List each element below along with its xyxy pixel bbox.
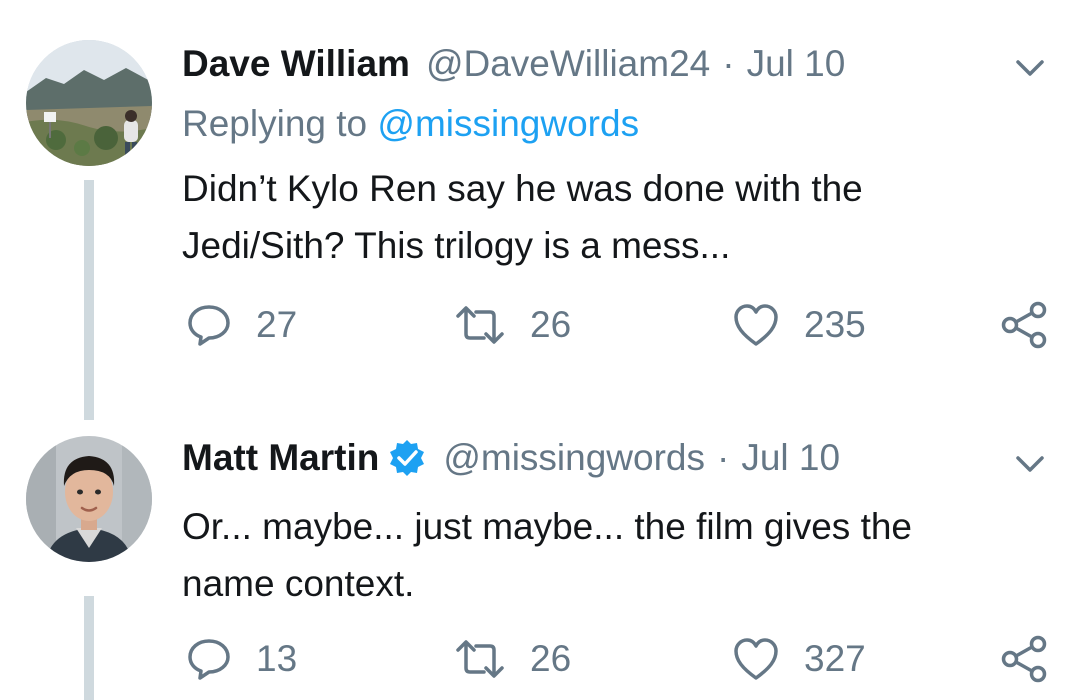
tweet-header: Dave William @DaveWilliam24 · Jul 10 bbox=[182, 42, 1000, 86]
verified-badge-icon bbox=[387, 438, 427, 478]
retweet-count: 26 bbox=[530, 638, 572, 679]
heart-outline-icon bbox=[734, 638, 778, 680]
chevron-down-icon[interactable] bbox=[1012, 446, 1048, 482]
reply-count: 27 bbox=[256, 304, 298, 345]
replying-to-label: Replying to bbox=[182, 103, 368, 144]
like-button[interactable]: 327 bbox=[732, 634, 866, 684]
heart-outline-icon bbox=[734, 304, 778, 346]
landscape-photo-avatar bbox=[26, 40, 152, 166]
tweet-text: Or... maybe... just maybe... the film gi… bbox=[182, 498, 1042, 612]
share-nodes-icon bbox=[1001, 301, 1047, 349]
tweet-text-line: name context. bbox=[182, 563, 415, 604]
share-button[interactable] bbox=[1000, 634, 1050, 684]
chevron-down-icon[interactable] bbox=[1012, 50, 1048, 86]
author-handle[interactable]: @DaveWilliam24 bbox=[426, 42, 710, 86]
tweet-actions: 27 26 235 bbox=[0, 300, 1080, 350]
separator-dot: · bbox=[717, 437, 730, 478]
reply-mention-link[interactable]: @missingwords bbox=[377, 103, 639, 144]
tweet-header: Matt Martin @missingwords · Jul 10 bbox=[182, 436, 1000, 480]
retweet-button[interactable]: 26 bbox=[454, 300, 571, 350]
like-button[interactable]: 235 bbox=[732, 300, 866, 350]
avatar[interactable] bbox=[26, 40, 152, 166]
speech-bubble-icon bbox=[188, 639, 230, 680]
tweet-item[interactable]: Matt Martin @missingwords · Jul 10 Or...… bbox=[0, 420, 1080, 700]
retweet-count: 26 bbox=[530, 304, 572, 345]
tweet-date[interactable]: Jul 10 bbox=[747, 42, 846, 86]
author-name[interactable]: Dave William bbox=[182, 42, 410, 86]
share-nodes-icon bbox=[1001, 635, 1047, 683]
retweet-arrows-icon bbox=[456, 640, 504, 678]
reply-count: 13 bbox=[256, 638, 298, 679]
tweet-text-line: Jedi/Sith? This trilogy is a mess... bbox=[182, 225, 731, 266]
retweet-button[interactable]: 26 bbox=[454, 634, 571, 684]
reply-button[interactable]: 27 bbox=[186, 300, 297, 350]
portrait-photo-avatar bbox=[26, 436, 152, 562]
reply-button[interactable]: 13 bbox=[186, 634, 297, 684]
tweet-actions: 13 26 327 bbox=[0, 634, 1080, 684]
replying-to-line: Replying to @missingwords bbox=[182, 102, 639, 146]
retweet-arrows-icon bbox=[456, 306, 504, 344]
tweet-text-line: Didn’t Kylo Ren say he was done with the bbox=[182, 168, 863, 209]
tweet-text-line: Or... maybe... just maybe... the film gi… bbox=[182, 506, 913, 547]
tweet-text: Didn’t Kylo Ren say he was done with the… bbox=[182, 160, 1042, 274]
like-count: 235 bbox=[804, 304, 866, 345]
avatar[interactable] bbox=[26, 436, 152, 562]
tweet-date[interactable]: Jul 10 bbox=[741, 436, 840, 480]
author-handle[interactable]: @missingwords bbox=[443, 436, 705, 480]
tweet-item[interactable]: Dave William @DaveWilliam24 · Jul 10 Rep… bbox=[0, 0, 1080, 420]
share-button[interactable] bbox=[1000, 300, 1050, 350]
separator-dot: · bbox=[722, 43, 735, 84]
like-count: 327 bbox=[804, 638, 866, 679]
author-name[interactable]: Matt Martin bbox=[182, 436, 379, 480]
speech-bubble-icon bbox=[188, 305, 230, 346]
